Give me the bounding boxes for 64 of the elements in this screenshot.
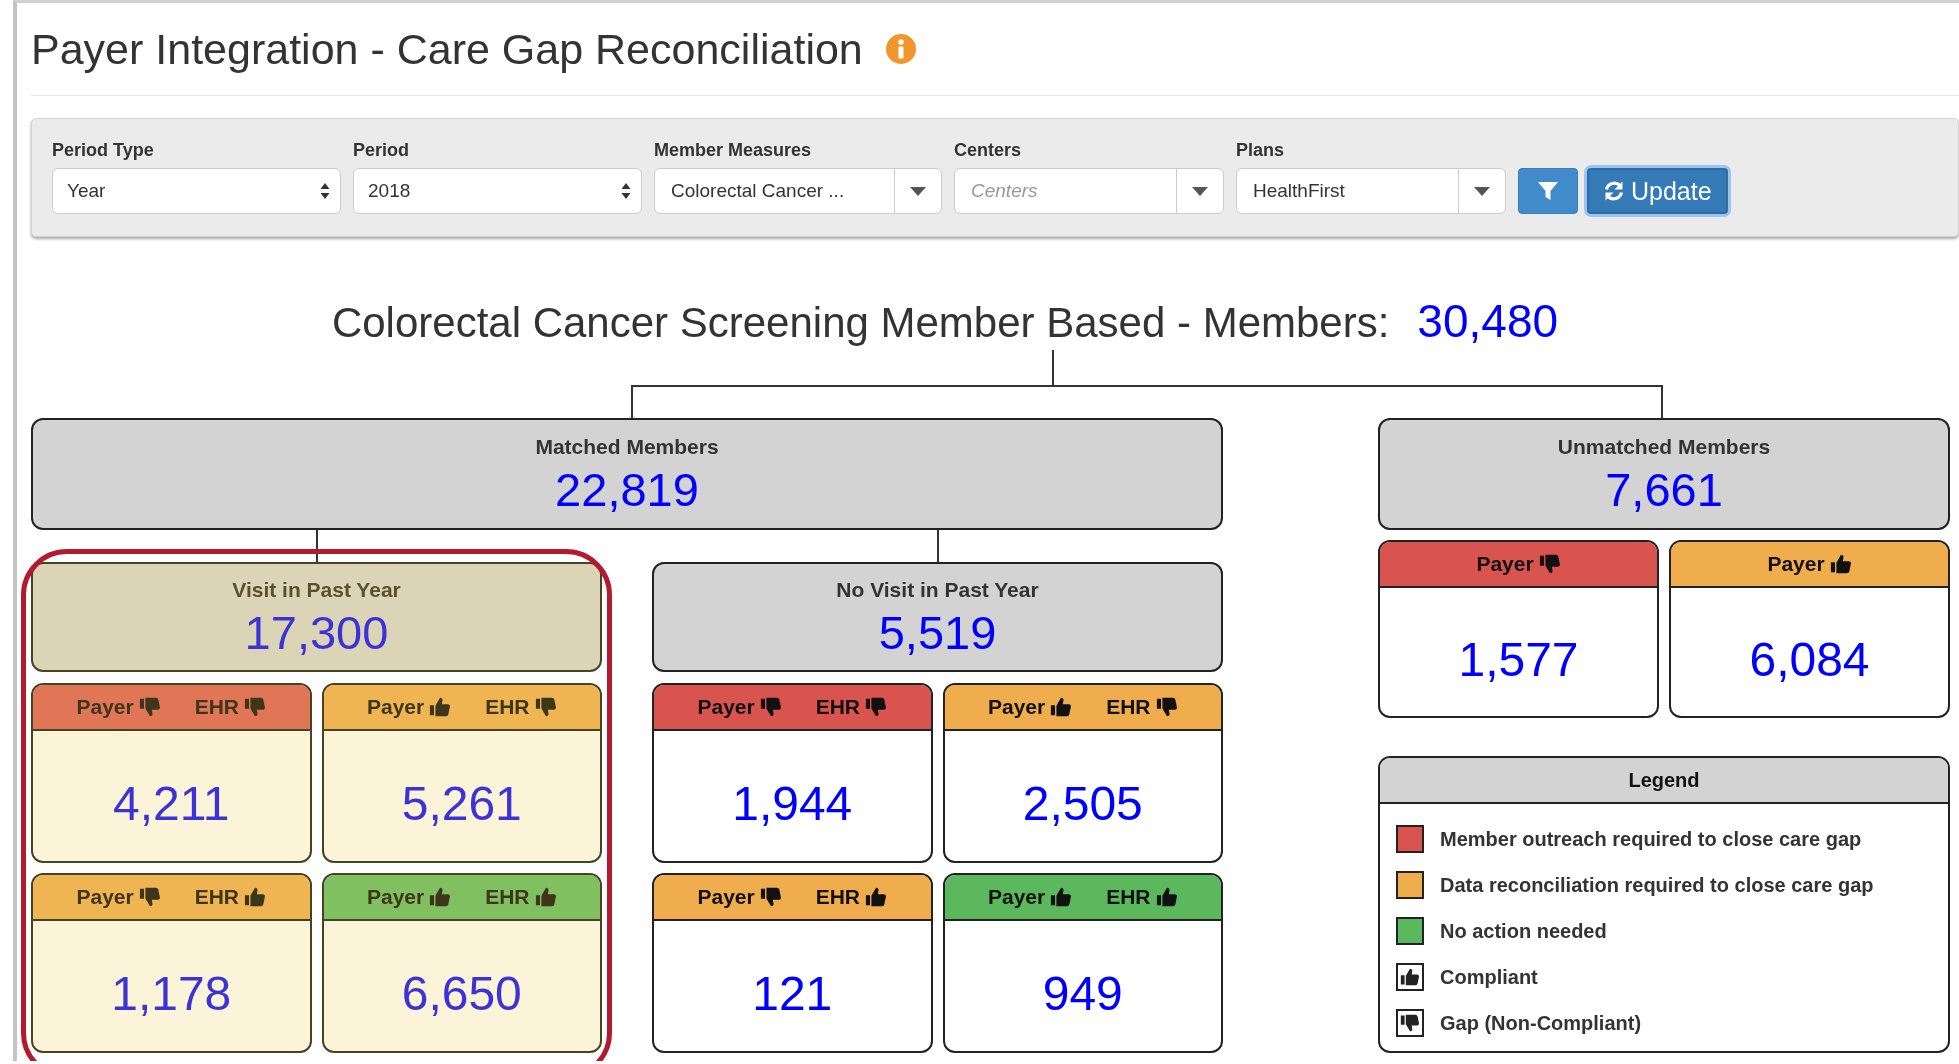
count-value: 6,650 [401, 965, 522, 1021]
filter-button[interactable] [1518, 168, 1578, 214]
field-label: Period Type [52, 139, 155, 161]
flag-label: EHR [1106, 885, 1151, 909]
field-label: Centers [954, 139, 1023, 161]
flag-label: Payer [366, 885, 425, 909]
refresh-icon [1603, 180, 1625, 202]
flag-label: Payer [987, 885, 1046, 909]
field-label: Member Measures [654, 139, 813, 161]
count-value: 1,577 [1458, 631, 1579, 687]
count-value: 2,505 [1022, 775, 1143, 831]
caret-icon [1192, 186, 1208, 196]
flag-label: Payer [1476, 552, 1534, 576]
count-value: 6,084 [1749, 631, 1870, 687]
box-title: Unmatched Members [1557, 435, 1771, 459]
flag-label: Payer [697, 695, 755, 719]
updown-icon [621, 182, 631, 200]
legend-label: Compliant [1440, 965, 1538, 989]
select-field[interactable]: Year [52, 168, 341, 214]
count-value: 1,178 [111, 965, 232, 1021]
member-count: 30,480 [1417, 294, 1559, 348]
flag-label: Payer [697, 885, 755, 909]
count-value: 949 [1042, 965, 1123, 1021]
flag-label: EHR [485, 885, 530, 909]
caret-icon [1474, 186, 1490, 196]
box-title: No Visit in Past Year [836, 578, 1039, 602]
field-label: Plans [1236, 139, 1286, 161]
filter-icon [1537, 180, 1559, 202]
dropdown-field[interactable]: Colorectal Cancer ... [654, 168, 942, 214]
count-value: 22,819 [555, 463, 699, 517]
box-title: Visit in Past Year [232, 578, 401, 602]
flag-label: EHR [194, 695, 240, 719]
legend-label: Member outreach required to close care gap [1440, 827, 1862, 851]
count-value: 17,300 [244, 606, 389, 660]
summary-heading: Colorectal Cancer Screening Member Based - Members: [331, 298, 1390, 348]
flag-label: Payer [76, 885, 134, 909]
count-value: 121 [752, 965, 833, 1021]
box-title: Matched Members [535, 435, 719, 459]
select-field[interactable]: 2018 [353, 168, 642, 214]
dropdown-field[interactable]: HealthFirst [1236, 168, 1506, 214]
flag-label: Payer [1767, 552, 1825, 576]
page-title: Payer Integration - Care Gap Reconciliation [31, 24, 863, 75]
count-value: 4,211 [112, 775, 230, 831]
caret-icon [910, 186, 926, 196]
updown-icon [320, 182, 330, 200]
legend-label: No action needed [1440, 919, 1607, 943]
count-value: 5,519 [878, 606, 997, 660]
flag-label: Payer [987, 695, 1046, 719]
flag-label: Payer [366, 695, 425, 719]
count-value: 5,261 [401, 775, 522, 831]
flag-label: EHR [815, 695, 861, 719]
legend-title: Legend [1380, 758, 1948, 804]
flag-label: EHR [1106, 695, 1151, 719]
flag-label: EHR [485, 695, 530, 719]
count-value: 1,944 [732, 775, 853, 831]
update-button[interactable]: Update [1587, 168, 1728, 214]
legend-label: Gap (Non-Compliant) [1440, 1011, 1642, 1035]
legend-label: Data reconciliation required to close care gap [1440, 873, 1874, 897]
flag-label: EHR [194, 885, 240, 909]
flag-label: EHR [815, 885, 861, 909]
info-icon[interactable] [884, 33, 917, 65]
count-value: 7,661 [1605, 463, 1723, 517]
flag-label: Payer [76, 695, 134, 719]
field-label: Period [353, 139, 410, 161]
